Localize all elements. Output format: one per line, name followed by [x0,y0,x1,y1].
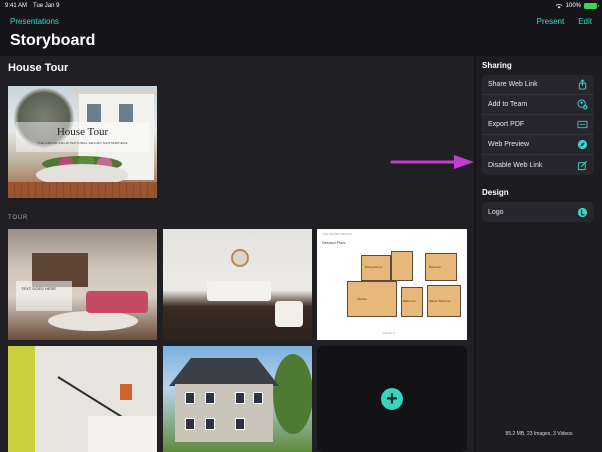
storage-info: 85.2 MB, 23 Images, 3 Videos [505,431,573,437]
web-preview-button[interactable]: Web Preview [482,135,594,155]
floorplan-room [347,281,397,317]
status-time: 9:41 AM [5,3,28,9]
slide-exterior[interactable] [163,346,312,452]
armchair-image [275,301,303,327]
slide-lounge[interactable] [163,229,312,340]
back-button[interactable]: Presentations [10,17,59,26]
wall-art-image [120,384,132,400]
share-icon [578,79,587,90]
couch-image [86,291,148,313]
annotation-arrow-icon [390,155,474,169]
floorplan-room-label: Master Bedroom [429,299,452,303]
floorplan-header: THE HOUSE DESIGN [322,232,352,236]
mirror-image [231,249,249,267]
floorplan-room-label: Dining Room [365,265,383,269]
house-window [235,392,245,404]
design-menu: Logo [482,202,594,222]
house-window [253,392,263,404]
page-title: Storyboard [10,32,96,49]
house-window [185,418,195,430]
sharing-menu: Share Web Link Add to Team Export PDF We… [482,75,594,175]
add-to-team-button[interactable]: Add to Team [482,95,594,115]
sharing-heading: Sharing [482,61,512,70]
house-window [87,104,101,122]
add-slide-button[interactable]: + [381,388,403,410]
battery-icon [584,3,599,9]
tree-image [273,354,312,434]
house-exterior-image [175,384,273,442]
edit-button[interactable]: Edit [578,17,592,26]
plus-icon: + [386,388,398,410]
sofa-image [207,281,271,301]
house-window [119,104,133,122]
floorplan-footer: LEVEL 2 [383,331,395,335]
status-bar: 9:41 AM Tue Jan 9 100% [0,0,602,12]
slide-staircase[interactable] [8,346,157,452]
slide-living-room[interactable]: TEXT GOES HERE [8,229,157,340]
deck-image [8,182,157,198]
menu-item-label: Share Web Link [488,81,538,88]
battery-percent: 100% [565,3,581,9]
edit-icon [577,160,588,170]
rug-image [48,311,138,331]
present-button[interactable]: Present [537,17,565,26]
house-window [235,418,245,430]
cover-slide[interactable]: House Tour THE GRAND ARCHITECTURAL DESIG… [8,86,157,198]
menu-item-label: Add to Team [488,101,528,108]
export-pdf-button[interactable]: Export PDF [482,115,594,135]
design-heading: Design [482,188,509,197]
team-icon [577,99,588,110]
disable-web-link-button[interactable]: Disable Web Link [482,155,594,175]
stairs-image [88,416,157,452]
add-slide-tile[interactable]: + [317,346,467,452]
slide-floor-plan[interactable]: THE HOUSE DESIGN Second Floor Dining Roo… [317,229,467,340]
nav-bar: Presentations Present Edit [0,12,602,30]
section-title: House Tour [8,62,69,74]
menu-item-label: Web Preview [488,141,530,148]
house-window [185,392,195,404]
cover-subtitle: THE GRAND ARCHITECTURAL DESIGN MASTERPIE… [37,141,128,145]
floorplan-room-label: Bedroom [429,265,442,269]
cover-banner: House Tour THE GRAND ARCHITECTURAL DESIG… [16,122,149,152]
overlay-text: TEXT GOES HERE [21,286,57,291]
roof-image [169,358,279,386]
menu-item-label: Disable Web Link [488,161,543,169]
floorplan-room-label: Bathroom [403,299,417,303]
share-web-link-button[interactable]: Share Web Link [482,75,594,95]
floorplan-title: Second Floor [322,240,346,245]
wifi-icon [555,3,562,9]
compass-icon [577,139,588,150]
house-window [205,392,215,404]
cover-title: House Tour [56,126,109,138]
logo-button[interactable]: Logo [482,202,594,222]
floorplan-room [391,251,413,281]
menu-item-label: Logo [488,208,504,216]
tour-section-label: TOUR [8,215,29,221]
pdf-icon [577,120,588,129]
menu-item-label: Export PDF [488,121,525,128]
house-window [205,418,215,430]
floorplan-room-label: Kitchen [357,297,368,301]
status-date: Tue Jan 9 [33,3,60,9]
logo-icon [577,207,588,217]
text-overlay: TEXT GOES HERE [16,281,72,311]
